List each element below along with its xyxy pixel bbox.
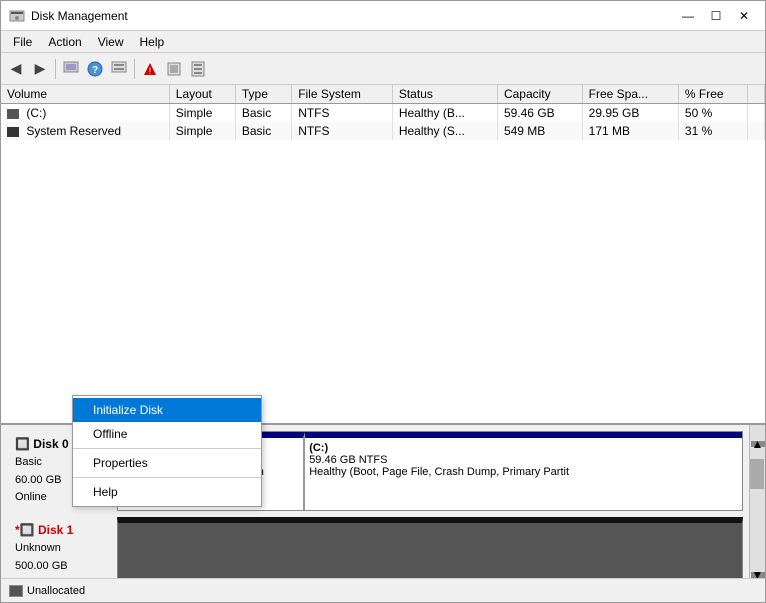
app-icon [9, 8, 25, 24]
toolbar-icon-6[interactable] [187, 58, 209, 80]
volume-icon-system [7, 127, 19, 137]
cell-volume: System Reserved [1, 122, 169, 140]
ctx-properties[interactable]: Properties [73, 451, 261, 475]
cell-percent: 31 % [678, 122, 747, 140]
table-row[interactable]: System Reserved Simple Basic NTFS Health… [1, 122, 765, 140]
toolbar: ◀ ▶ ? ! [1, 53, 765, 85]
back-button[interactable]: ◀ [5, 58, 27, 80]
menu-bar: File Action View Help [1, 31, 765, 53]
menu-action[interactable]: Action [40, 33, 89, 50]
toolbar-icon-4[interactable]: ! [139, 58, 161, 80]
col-header-free-space[interactable]: Free Spa... [582, 85, 678, 104]
volume-icon-c [7, 109, 19, 119]
legend-bar: Unallocated [1, 578, 765, 602]
minimize-button[interactable]: — [675, 6, 701, 26]
cell-extra [747, 104, 764, 123]
context-menu: Initialize Disk Offline Properties Help [72, 395, 262, 507]
col-header-extra [747, 85, 764, 104]
ctx-separator [73, 448, 261, 449]
col-header-type[interactable]: Type [235, 85, 291, 104]
cell-free-space: 171 MB [582, 122, 678, 140]
disk-1-unallocated[interactable] [117, 517, 743, 578]
col-header-percent[interactable]: % Free [678, 85, 747, 104]
scrollbar-up[interactable]: ▲ [751, 441, 765, 447]
toolbar-separator-2 [134, 59, 135, 79]
col-header-capacity[interactable]: Capacity [497, 85, 582, 104]
ctx-help[interactable]: Help [73, 480, 261, 504]
cell-filesystem: NTFS [292, 122, 393, 140]
toolbar-separator-1 [55, 59, 56, 79]
volume-table-area[interactable]: Volume Layout Type File System Status Ca… [1, 85, 765, 425]
cell-status: Healthy (S... [392, 122, 497, 140]
cell-filesystem: NTFS [292, 104, 393, 123]
col-header-volume[interactable]: Volume [1, 85, 169, 104]
partition-c-status: Healthy (Boot, Page File, Crash Dump, Pr… [309, 466, 738, 478]
window-controls: — ☐ ✕ [675, 6, 757, 26]
ctx-initialize-disk[interactable]: Initialize Disk [73, 398, 261, 422]
title-bar: Disk Management — ☐ ✕ [1, 1, 765, 31]
partition-c-name: (C:) [309, 442, 738, 454]
svg-text:?: ? [92, 65, 98, 76]
toolbar-icon-3[interactable] [108, 58, 130, 80]
maximize-button[interactable]: ☐ [703, 6, 729, 26]
legend-unallocated: Unallocated [9, 585, 85, 597]
col-header-filesystem[interactable]: File System [292, 85, 393, 104]
col-header-status[interactable]: Status [392, 85, 497, 104]
scrollbar-thumb[interactable] [750, 459, 764, 489]
toolbar-icon-2[interactable]: ? [84, 58, 106, 80]
disk-1-label: *🔲 Disk 1 Unknown 500.00 GB Not Initiali… [7, 517, 117, 578]
toolbar-icon-5[interactable] [163, 58, 185, 80]
table-header-row: Volume Layout Type File System Status Ca… [1, 85, 765, 104]
cell-volume: (C:) [1, 104, 169, 123]
disk-0-partition-c[interactable]: (C:) 59.46 GB NTFS Healthy (Boot, Page F… [305, 432, 742, 510]
main-content: Volume Layout Type File System Status Ca… [1, 85, 765, 602]
cell-type: Basic [235, 122, 291, 140]
close-button[interactable]: ✕ [731, 6, 757, 26]
menu-view[interactable]: View [90, 33, 132, 50]
menu-file[interactable]: File [5, 33, 40, 50]
cell-capacity: 549 MB [497, 122, 582, 140]
volume-table: Volume Layout Type File System Status Ca… [1, 85, 765, 140]
col-header-layout[interactable]: Layout [169, 85, 235, 104]
legend-unallocated-box [9, 585, 23, 597]
cell-layout: Simple [169, 122, 235, 140]
cell-type: Basic [235, 104, 291, 123]
disk-1-name: *🔲 Disk 1 [15, 521, 109, 540]
disk-1-row: *🔲 Disk 1 Unknown 500.00 GB Not Initiali… [7, 517, 743, 578]
cell-free-space: 29.95 GB [582, 104, 678, 123]
cell-capacity: 59.46 GB [497, 104, 582, 123]
svg-text:!: ! [149, 66, 152, 76]
partition-c-size: 59.46 GB NTFS [309, 454, 738, 466]
table-row[interactable]: (C:) Simple Basic NTFS Healthy (B... 59.… [1, 104, 765, 123]
ctx-separator-2 [73, 477, 261, 478]
toolbar-icon-1[interactable] [60, 58, 82, 80]
scrollbar[interactable]: ▲ ▼ [749, 425, 765, 578]
title-bar-left: Disk Management [9, 8, 128, 24]
ctx-offline[interactable]: Offline [73, 422, 261, 446]
cell-extra [747, 122, 764, 140]
forward-button[interactable]: ▶ [29, 58, 51, 80]
cell-status: Healthy (B... [392, 104, 497, 123]
cell-percent: 50 % [678, 104, 747, 123]
menu-help[interactable]: Help [132, 33, 173, 50]
main-window: Disk Management — ☐ ✕ File Action View H… [0, 0, 766, 603]
legend-unallocated-label: Unallocated [27, 585, 85, 597]
cell-layout: Simple [169, 104, 235, 123]
scrollbar-track [750, 449, 765, 572]
disk-1-size: 500.00 GB [15, 558, 109, 576]
window-title: Disk Management [31, 9, 128, 23]
disk-1-type: Unknown [15, 540, 109, 558]
